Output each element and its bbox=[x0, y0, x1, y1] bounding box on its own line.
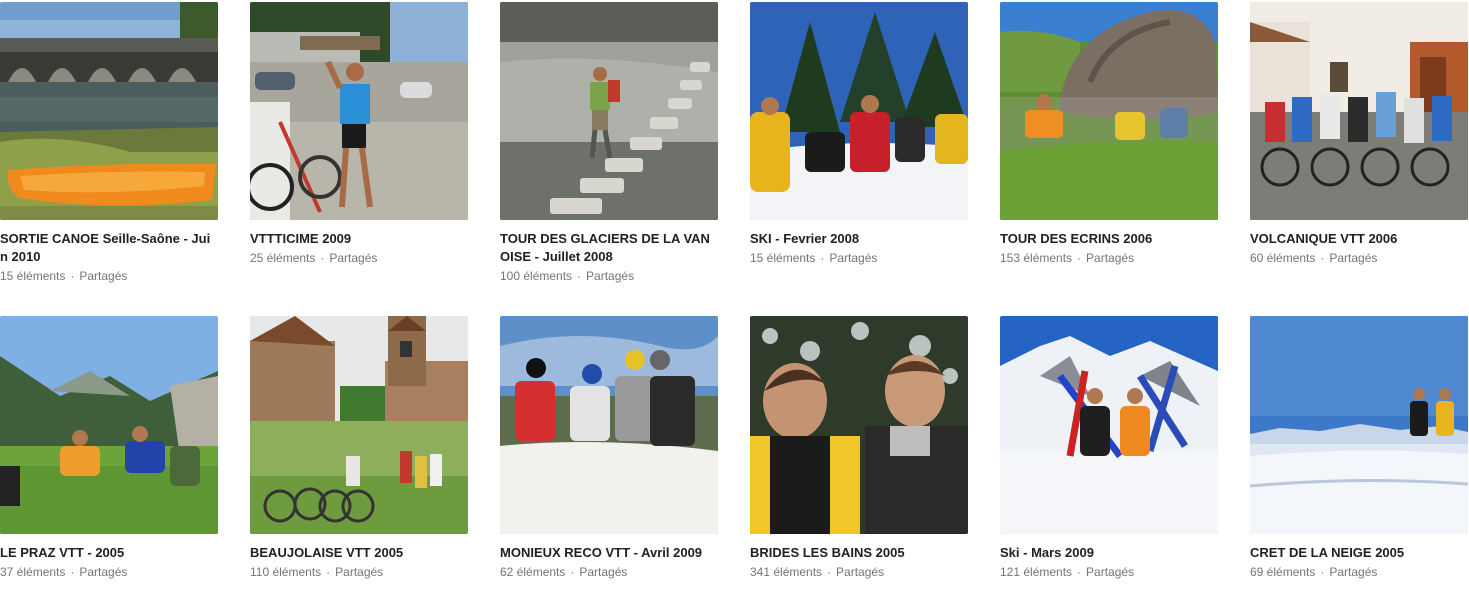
album-meta: 62 éléments · Partagés bbox=[500, 563, 718, 581]
album-title[interactable]: VOLCANIQUE VTT 2006 bbox=[1250, 230, 1468, 248]
album-count: 60 éléments bbox=[1250, 251, 1316, 265]
album-card[interactable]: CRET DE LA NEIGE 2005 69 éléments · Partag… bbox=[1250, 316, 1468, 581]
shared-label: Partagés bbox=[79, 269, 128, 283]
cyclists-helmets-sky-image bbox=[500, 316, 718, 534]
album-thumbnail-vanoise[interactable] bbox=[500, 2, 718, 220]
cyclist-parking-lot-image bbox=[250, 2, 468, 220]
album-meta: 110 éléments · Partagés bbox=[250, 563, 468, 581]
separator-dot: · bbox=[827, 565, 832, 579]
album-thumbnail-ski-2008[interactable] bbox=[750, 2, 968, 220]
album-card[interactable]: MONIEUX RECO VTT - Avril 2009 62 élément… bbox=[500, 316, 718, 581]
skiers-crossed-skis-peak-image bbox=[1000, 316, 1218, 534]
album-count: 69 éléments bbox=[1250, 565, 1316, 579]
album-thumbnail-le-praz[interactable] bbox=[0, 316, 218, 534]
album-title[interactable]: Ski - Mars 2009 bbox=[1000, 544, 1218, 562]
album-title[interactable]: SORTIE CANOE Seille-Saône - Juin 2010 bbox=[0, 230, 218, 266]
cyclists-village-house-image bbox=[1250, 2, 1468, 220]
album-thumbnail-cret[interactable] bbox=[1250, 316, 1468, 534]
album-count: 100 éléments bbox=[500, 269, 573, 283]
album-title[interactable]: BEAUJOLAISE VTT 2005 bbox=[250, 544, 468, 562]
album-card[interactable]: Ski - Mars 2009 121 éléments · Partagés bbox=[1000, 316, 1218, 581]
skiers-snow-trees-image bbox=[750, 2, 968, 220]
shared-label: Partagés bbox=[79, 565, 128, 579]
album-meta: 153 éléments · Partagés bbox=[1000, 249, 1218, 267]
shared-label: Partagés bbox=[329, 251, 378, 265]
album-thumbnail-canoe[interactable] bbox=[0, 2, 218, 220]
album-title[interactable]: SKI - Fevrier 2008 bbox=[750, 230, 968, 248]
album-thumbnail-brides[interactable] bbox=[750, 316, 968, 534]
album-grid: SORTIE CANOE Seille-Saône - Juin 2010 15… bbox=[0, 0, 1469, 591]
album-meta: 25 éléments · Partagés bbox=[250, 249, 468, 267]
album-meta: 121 éléments · Partagés bbox=[1000, 563, 1218, 581]
album-card[interactable]: VOLCANIQUE VTT 2006 60 éléments · Partagés bbox=[1250, 2, 1468, 267]
album-count: 121 éléments bbox=[1000, 565, 1073, 579]
shared-label: Partagés bbox=[829, 251, 878, 265]
album-count: 153 éléments bbox=[1000, 251, 1073, 265]
album-card[interactable]: SORTIE CANOE Seille-Saône - Juin 2010 15… bbox=[0, 2, 218, 285]
album-count: 15 éléments bbox=[750, 251, 816, 265]
album-card[interactable]: TOUR DES ECRINS 2006 153 éléments · Partag… bbox=[1000, 2, 1218, 267]
separator-dot: · bbox=[577, 269, 582, 283]
album-meta: 15 éléments · Partagés bbox=[750, 249, 968, 267]
album-card[interactable]: BRIDES LES BAINS 2005 341 éléments · Parta… bbox=[750, 316, 968, 581]
album-count: 37 éléments bbox=[0, 565, 66, 579]
album-card[interactable]: VTTTICIME 2009 25 éléments · Partagés bbox=[250, 2, 468, 267]
cyclists-mountain-meadow-image bbox=[0, 316, 218, 534]
separator-dot: · bbox=[570, 565, 575, 579]
shared-label: Partagés bbox=[1086, 565, 1135, 579]
album-thumbnail-monieux[interactable] bbox=[500, 316, 718, 534]
canoe-river-bridge-image bbox=[0, 2, 218, 220]
separator-dot: · bbox=[70, 269, 75, 283]
separator-dot: · bbox=[820, 251, 825, 265]
album-meta: 60 éléments · Partagés bbox=[1250, 249, 1468, 267]
album-thumbnail-beaujolaise[interactable] bbox=[250, 316, 468, 534]
shared-label: Partagés bbox=[836, 565, 885, 579]
album-card[interactable]: SKI - Fevrier 2008 15 éléments · Partagés bbox=[750, 2, 968, 267]
album-title[interactable]: TOUR DES GLACIERS DE LA VANOISE - Juille… bbox=[500, 230, 718, 266]
album-card[interactable]: LE PRAZ VTT - 2005 37 éléments · Partagés bbox=[0, 316, 218, 581]
skiers-portrait-forest-image bbox=[750, 316, 968, 534]
bikes-church-village-image bbox=[250, 316, 468, 534]
album-title[interactable]: BRIDES LES BAINS 2005 bbox=[750, 544, 968, 562]
album-title[interactable]: VTTTICIME 2009 bbox=[250, 230, 468, 248]
separator-dot: · bbox=[326, 565, 331, 579]
album-title[interactable]: LE PRAZ VTT - 2005 bbox=[0, 544, 218, 562]
album-title[interactable]: TOUR DES ECRINS 2006 bbox=[1000, 230, 1218, 248]
hiker-stone-path-image bbox=[500, 2, 718, 220]
album-card[interactable]: TOUR DES GLACIERS DE LA VANOISE - Juille… bbox=[500, 2, 718, 285]
album-card[interactable]: BEAUJOLAISE VTT 2005 110 éléments · Partag… bbox=[250, 316, 468, 581]
album-title[interactable]: CRET DE LA NEIGE 2005 bbox=[1250, 544, 1468, 562]
album-meta: 15 éléments · Partagés bbox=[0, 267, 218, 285]
album-count: 15 éléments bbox=[0, 269, 66, 283]
album-count: 341 éléments bbox=[750, 565, 823, 579]
shared-label: Partagés bbox=[1329, 251, 1378, 265]
album-count: 110 éléments bbox=[250, 565, 322, 579]
album-thumbnail-volcanique[interactable] bbox=[1250, 2, 1468, 220]
album-thumbnail-ecrins[interactable] bbox=[1000, 2, 1218, 220]
album-count: 62 éléments bbox=[500, 565, 566, 579]
album-meta: 100 éléments · Partagés bbox=[500, 267, 718, 285]
album-thumbnail-ski-2009[interactable] bbox=[1000, 316, 1218, 534]
album-thumbnail-vtt[interactable] bbox=[250, 2, 468, 220]
separator-dot: · bbox=[1077, 565, 1082, 579]
separator-dot: · bbox=[320, 251, 325, 265]
hikers-boulder-meadow-image bbox=[1000, 2, 1218, 220]
separator-dot: · bbox=[1320, 251, 1325, 265]
separator-dot: · bbox=[1320, 565, 1325, 579]
album-meta: 69 éléments · Partagés bbox=[1250, 563, 1468, 581]
shared-label: Partagés bbox=[579, 565, 628, 579]
shared-label: Partagés bbox=[1329, 565, 1378, 579]
shared-label: Partagés bbox=[335, 565, 384, 579]
album-meta: 341 éléments · Partagés bbox=[750, 563, 968, 581]
separator-dot: · bbox=[1077, 251, 1082, 265]
shared-label: Partagés bbox=[586, 269, 635, 283]
skiers-snowy-ridge-image bbox=[1250, 316, 1468, 534]
album-title[interactable]: MONIEUX RECO VTT - Avril 2009 bbox=[500, 544, 718, 562]
shared-label: Partagés bbox=[1086, 251, 1135, 265]
album-count: 25 éléments bbox=[250, 251, 316, 265]
separator-dot: · bbox=[70, 565, 75, 579]
album-meta: 37 éléments · Partagés bbox=[0, 563, 218, 581]
